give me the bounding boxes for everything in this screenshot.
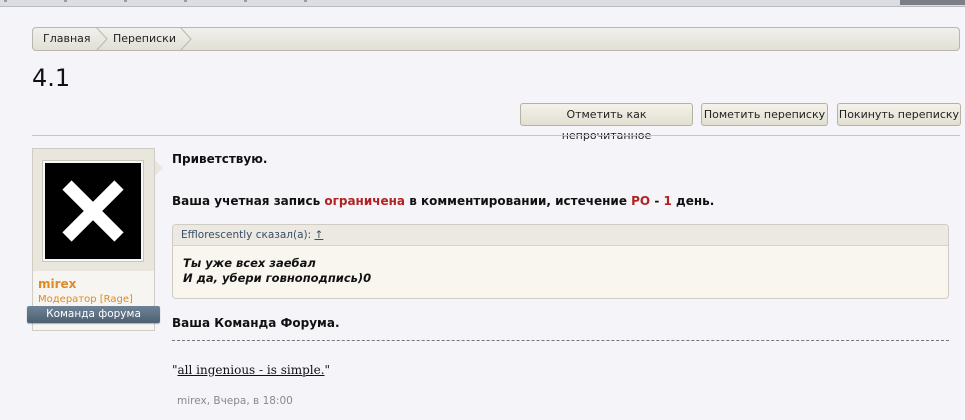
scrollbar-thumb[interactable] — [900, 0, 965, 5]
x-mark-icon — [62, 180, 124, 242]
restriction-text-1: Ваша учетная запись — [172, 194, 325, 208]
breadcrumb-separator-icon — [179, 27, 192, 51]
quote-line: И да, убери говноподпись)0 — [183, 271, 372, 285]
avatar[interactable] — [43, 161, 143, 261]
restriction-text-3: день. — [671, 194, 715, 208]
username[interactable]: mirex — [38, 277, 76, 291]
quote-body: Ты уже всех заебал И да, убери говноподп… — [173, 246, 948, 286]
user-role: Модератор [Rage] — [38, 294, 133, 305]
user-panel-arrow — [155, 160, 163, 176]
restriction-text-2: в комментировании, истечение — [405, 194, 632, 208]
message-signoff: Ваша Команда Форума. — [172, 316, 340, 330]
top-strip-dots — [4, 0, 344, 2]
page-title: 4.1 — [32, 64, 71, 92]
restriction-status: ограничена — [324, 194, 406, 208]
header-divider — [32, 135, 960, 136]
restriction-days: 1 — [663, 194, 672, 208]
quote-header: Efflorescently сказал(а): ↑ — [173, 225, 948, 246]
message-greeting: Приветствую. — [172, 152, 268, 166]
breadcrumb: Главная Переписки — [32, 27, 960, 51]
message-restriction-line: Ваша учетная запись ограничена в коммент… — [172, 194, 714, 208]
restriction-dash: - — [650, 194, 664, 208]
post-meta[interactable]: mirex, Вчера, в 18:00 — [177, 395, 293, 407]
mark-unread-button[interactable]: Отметить как непрочитанное — [520, 103, 693, 142]
signature-divider — [172, 340, 949, 341]
quote-line: Ты уже всех заебал — [183, 256, 316, 270]
quote-jump-link[interactable]: ↑ — [315, 229, 324, 241]
mark-conversation-button[interactable]: Пометить переписку — [701, 103, 828, 126]
breadcrumb-conversations[interactable]: Переписки — [113, 28, 176, 50]
signature-quote-close: " — [324, 363, 331, 377]
browser-top-strip — [0, 0, 965, 7]
breadcrumb-separator-icon — [95, 27, 108, 51]
quote-block: Efflorescently сказал(а): ↑ Ты уже всех … — [172, 224, 949, 299]
staff-ribbon: Команда форума — [27, 306, 160, 323]
signature-link[interactable]: all ingenious - is simple. — [178, 363, 325, 377]
leave-conversation-button[interactable]: Покинуть переписку — [837, 103, 961, 126]
restriction-type: РО — [631, 194, 651, 208]
signature: "all ingenious - is simple." — [172, 363, 330, 377]
quote-author: Efflorescently сказал(а): — [181, 229, 312, 241]
breadcrumb-home[interactable]: Главная — [43, 28, 91, 50]
